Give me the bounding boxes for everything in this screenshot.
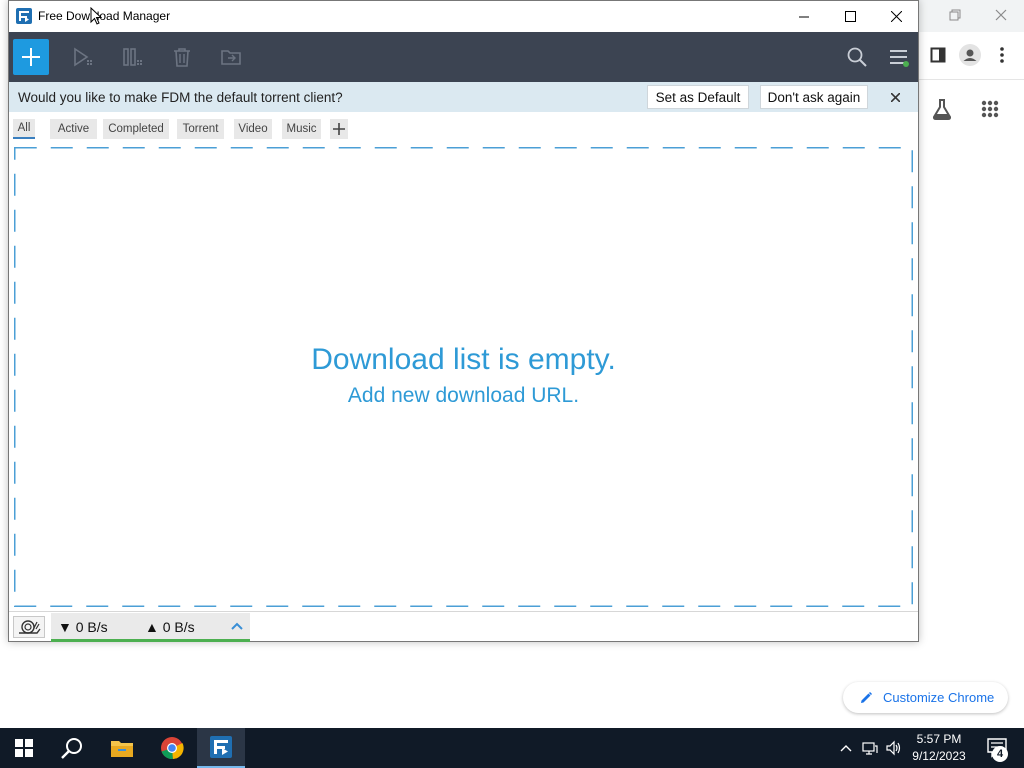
speed-panel-expand-button[interactable] — [229, 618, 245, 634]
side-panel-icon[interactable] — [926, 43, 950, 67]
chrome-titlebar — [918, 0, 1024, 32]
volume-icon[interactable] — [886, 740, 902, 756]
maximize-icon — [844, 11, 856, 22]
minimize-button[interactable] — [781, 1, 827, 32]
notice-close-button[interactable] — [887, 89, 903, 105]
clock-date: 9/12/2023 — [912, 749, 966, 763]
customize-chrome-label: Customize Chrome — [883, 690, 995, 705]
play-icon — [74, 47, 92, 67]
chrome-taskbar-button[interactable] — [148, 728, 196, 768]
windows-taskbar: 5:57 PM 9/12/2023 4 — [0, 728, 1024, 768]
main-menu-button[interactable] — [887, 45, 911, 69]
hamburger-menu-icon — [890, 50, 909, 67]
add-url-link[interactable]: Add new download URL. — [14, 384, 913, 408]
fdm-toolbar — [9, 32, 918, 82]
tab-music[interactable]: Music — [282, 119, 321, 139]
search-button[interactable] — [845, 45, 869, 69]
close-button[interactable] — [873, 1, 919, 32]
chrome-restore-button[interactable] — [932, 0, 978, 30]
search-icon — [847, 47, 867, 67]
pencil-icon — [861, 691, 873, 703]
search-taskbar-button[interactable] — [48, 728, 96, 768]
profile-avatar-icon[interactable] — [958, 43, 982, 67]
plus-icon — [333, 123, 345, 135]
default-client-notice: Would you like to make FDM the default t… — [9, 82, 918, 112]
tab-torrent[interactable]: Torrent — [177, 119, 224, 139]
tab-active[interactable]: Active — [50, 119, 97, 139]
fdm-app-icon — [16, 8, 32, 24]
folder-icon — [111, 741, 133, 757]
move-files-button[interactable] — [219, 45, 243, 69]
labs-flask-icon[interactable] — [926, 93, 958, 125]
upload-speed: ▲ 0 B/s — [145, 619, 195, 635]
clock-time: 5:57 PM — [916, 732, 962, 746]
speed-panel[interactable]: ▼ 0 B/s ▲ 0 B/s — [51, 613, 250, 642]
status-bar: ▼ 0 B/s ▲ 0 B/s — [9, 611, 918, 642]
empty-list-title: Download list is empty. — [311, 343, 616, 376]
upload-speed-value: 0 B/s — [162, 619, 195, 635]
chrome-icon — [161, 737, 184, 760]
download-speed: ▼ 0 B/s — [58, 619, 108, 635]
download-speed-value: 0 B/s — [75, 619, 108, 635]
notice-text: Would you like to make FDM the default t… — [18, 90, 343, 105]
add-download-button[interactable] — [13, 39, 49, 75]
start-button[interactable] — [0, 728, 48, 768]
minimize-icon — [799, 16, 809, 17]
windows-logo-icon — [15, 739, 33, 757]
window-title: Free Download Manager — [38, 9, 171, 23]
apps-grid-icon[interactable] — [974, 93, 1006, 125]
notification-count-badge: 4 — [992, 746, 1008, 762]
dont-ask-again-button[interactable]: Don't ask again — [760, 85, 868, 109]
chrome-menu-icon[interactable] — [990, 43, 1014, 67]
pause-icon — [123, 48, 142, 66]
add-tab-button[interactable] — [330, 119, 348, 139]
snail-icon — [19, 620, 41, 634]
chrome-close-button[interactable] — [978, 0, 1024, 30]
maximize-button[interactable] — [827, 1, 873, 32]
tab-video[interactable]: Video — [234, 119, 272, 139]
dashed-border — [14, 147, 913, 607]
close-icon — [890, 92, 900, 102]
tab-completed[interactable]: Completed — [103, 119, 169, 139]
chevron-up-icon — [231, 622, 243, 630]
show-hidden-icons-button[interactable] — [838, 740, 854, 756]
chrome-toolbar — [918, 32, 1024, 80]
customize-chrome-button[interactable]: Customize Chrome — [843, 682, 1008, 713]
delete-button[interactable] — [170, 45, 194, 69]
fdm-taskbar-button[interactable] — [197, 728, 245, 768]
network-icon[interactable] — [862, 740, 878, 756]
file-explorer-button[interactable] — [98, 728, 146, 768]
tab-all[interactable]: All — [13, 119, 35, 139]
fdm-window: Free Download Manager Would you like to … — [8, 0, 919, 642]
trash-icon — [174, 48, 190, 67]
folder-move-icon — [221, 50, 241, 65]
resume-button[interactable] — [71, 45, 95, 69]
close-icon — [995, 9, 1007, 21]
pause-button[interactable] — [121, 45, 145, 69]
clock[interactable]: 5:57 PM 9/12/2023 — [904, 731, 974, 765]
restore-icon — [949, 9, 961, 21]
fdm-app-icon — [210, 736, 232, 758]
plus-icon — [22, 48, 40, 66]
search-icon — [61, 738, 82, 759]
set-as-default-button[interactable]: Set as Default — [647, 85, 749, 109]
snail-mode-button[interactable] — [13, 616, 45, 638]
fdm-titlebar[interactable]: Free Download Manager — [9, 1, 918, 32]
close-icon — [890, 11, 902, 22]
mouse-cursor-icon — [90, 7, 102, 25]
chevron-up-icon — [840, 745, 852, 752]
download-list-drop-area[interactable]: Download list is empty. Add new download… — [14, 147, 913, 607]
